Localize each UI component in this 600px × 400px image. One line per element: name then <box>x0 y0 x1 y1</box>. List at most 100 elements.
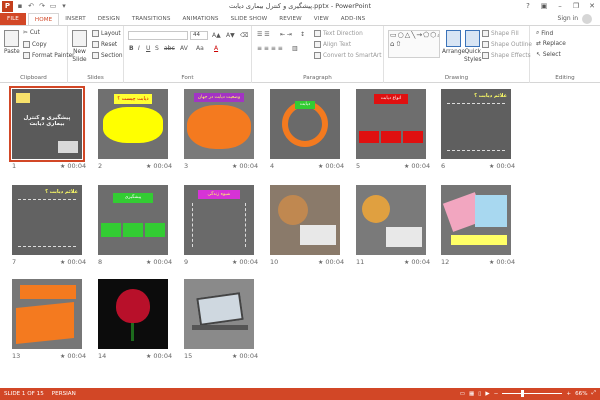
animation-star-icon: ★ <box>232 259 238 266</box>
slide5-box2 <box>381 131 401 143</box>
copy-icon <box>23 41 30 48</box>
grow-font-icon[interactable]: A▲ <box>212 32 221 39</box>
zoom-slider-knob[interactable] <box>521 390 525 397</box>
ribbon-display-icon[interactable]: ▣ <box>536 0 552 12</box>
normal-view-icon[interactable]: ▭ <box>460 391 465 397</box>
minimize-button[interactable]: – <box>552 0 568 12</box>
close-button[interactable]: ✕ <box>584 0 600 12</box>
slide-thumbnail-11[interactable] <box>356 185 426 255</box>
animation-star-icon: ★ <box>489 259 495 266</box>
strikethrough-button[interactable]: abc <box>164 45 175 52</box>
font-color-button[interactable]: A <box>214 45 218 52</box>
slide-sorter-view-icon[interactable]: ▦ <box>469 391 474 397</box>
copy-button[interactable]: Copy <box>23 41 47 48</box>
tab-design[interactable]: DESIGN <box>92 13 126 25</box>
tab-add-ins[interactable]: ADD-INS <box>335 13 372 25</box>
slide-timing: ★ 00:04 <box>232 258 259 266</box>
cut-button[interactable]: ✂ Cut <box>23 30 40 36</box>
quick-styles-button[interactable]: Quick Styles <box>464 30 482 63</box>
shape-effects-button[interactable]: Shape Effects <box>482 52 531 59</box>
tab-file[interactable]: FILE <box>0 13 26 25</box>
layout-button[interactable]: Layout <box>92 30 121 37</box>
columns-icon[interactable]: ▥ <box>292 45 298 52</box>
slideshow-view-icon[interactable]: ▶ <box>485 391 489 397</box>
tab-animations[interactable]: ANIMATIONS <box>176 13 224 25</box>
sign-in-link[interactable]: Sign in <box>558 15 578 22</box>
slide8-box2 <box>123 223 143 237</box>
tab-home[interactable]: HOME <box>27 13 60 25</box>
select-button[interactable]: ↖ Select <box>536 52 561 58</box>
restore-button[interactable]: ❐ <box>568 0 584 12</box>
status-bar: SLIDE 1 OF 15 PERSIAN ▭ ▦ ▯ ▶ − + 66% ⤢ <box>0 388 600 400</box>
avatar[interactable] <box>582 14 592 24</box>
replace-icon: ⇄ <box>536 41 541 47</box>
slide13-box <box>16 301 74 345</box>
slide-thumbnail-1[interactable]: پیشگیری و کنترل بیماری دیابت <box>9 86 85 162</box>
tab-view[interactable]: VIEW <box>308 13 335 25</box>
slide-thumbnail-14[interactable] <box>98 279 168 349</box>
help-button[interactable]: ? <box>520 0 536 12</box>
slide-thumbnail-10[interactable] <box>270 185 340 255</box>
tab-review[interactable]: REVIEW <box>273 13 308 25</box>
shape-fill-button[interactable]: Shape Fill <box>482 30 519 37</box>
underline-button[interactable]: U <box>146 45 150 52</box>
zoom-slider[interactable] <box>502 390 563 397</box>
quick-styles-icon <box>465 30 481 47</box>
bullets-icon[interactable]: ☰ ☰ <box>257 31 270 38</box>
slide-number: 3 <box>184 162 189 170</box>
shape-outline-button[interactable]: Shape Outline <box>482 41 532 48</box>
format-painter-button[interactable]: Format Painter <box>23 52 75 59</box>
tab-transitions[interactable]: TRANSITIONS <box>126 13 177 25</box>
slide-thumbnail-9[interactable]: شیوه زندگی <box>184 185 254 255</box>
slide-thumbnail-13[interactable] <box>12 279 82 349</box>
shapes-gallery[interactable]: ▭○△╲→⬠⬡▱☆◇{}⌂⇧ <box>388 30 440 58</box>
shadow-button[interactable]: S <box>155 45 159 52</box>
slide-thumbnail-7[interactable]: علائم دیابت ؟ <box>12 185 82 255</box>
line-spacing-icon[interactable]: ↕ <box>300 31 305 38</box>
window-title: پیشگیری و کنترل بیماری دیابت.pptx - Powe… <box>228 2 372 10</box>
paste-button[interactable]: Paste <box>4 30 20 55</box>
slide-timing: ★ 00:04 <box>404 162 431 170</box>
font-name-combo[interactable] <box>128 31 188 40</box>
shrink-font-icon[interactable]: A▼ <box>226 32 235 39</box>
indent-icon[interactable]: ⇤ ⇥ <box>280 31 292 38</box>
font-size-combo[interactable]: 44 <box>190 31 208 40</box>
paint-bucket-icon <box>482 30 489 37</box>
replace-button[interactable]: ⇄ Replace <box>536 41 566 47</box>
change-case-button[interactable]: Aa <box>196 45 204 52</box>
slide-thumbnail-12[interactable] <box>441 185 511 255</box>
align-icons[interactable]: ≡ ≡ ≡ ≡ <box>257 45 283 52</box>
section-button[interactable]: Section <box>92 52 123 59</box>
new-slide-button[interactable]: New Slide <box>72 30 87 63</box>
slide-thumbnail-15[interactable] <box>184 279 254 349</box>
zoom-out-button[interactable]: − <box>494 391 499 397</box>
slide-thumbnail-2[interactable]: دیابت چیست ؟ <box>98 89 168 159</box>
convert-smartart-button[interactable]: Convert to SmartArt <box>314 52 382 59</box>
slide-number: 10 <box>270 258 279 266</box>
italic-button[interactable]: I <box>138 45 140 52</box>
slide-thumbnail-6[interactable]: علائم دیابت ؟ <box>441 89 511 159</box>
slide-thumbnail-8[interactable]: پیشگیری <box>98 185 168 255</box>
reset-button[interactable]: Reset <box>92 41 117 48</box>
align-text-button[interactable]: Align Text <box>314 41 351 48</box>
tab-slide-show[interactable]: SLIDE SHOW <box>225 13 274 25</box>
tab-insert[interactable]: INSERT <box>59 13 91 25</box>
char-spacing-button[interactable]: AV <box>180 45 188 52</box>
find-button[interactable]: ⌕ Find <box>536 30 553 37</box>
animation-star-icon: ★ <box>232 353 238 360</box>
text-direction-button[interactable]: Text Direction <box>314 30 363 37</box>
clear-format-icon[interactable]: ⌫ <box>240 32 248 39</box>
slide-thumbnail-4[interactable]: دیابت <box>270 89 340 159</box>
zoom-in-button[interactable]: + <box>566 391 571 397</box>
slide-number: 9 <box>184 258 189 266</box>
bold-button[interactable]: B <box>129 45 134 52</box>
slide-thumbnail-3[interactable]: وضعیت دیابت در جهان <box>184 89 254 159</box>
reading-view-icon[interactable]: ▯ <box>478 391 481 397</box>
slide1-decor <box>16 93 30 103</box>
slide-thumbnail-5[interactable]: انواع دیابت <box>356 89 426 159</box>
language-indicator[interactable]: PERSIAN <box>52 391 76 397</box>
arrange-button[interactable]: Arrange <box>442 30 465 55</box>
fit-to-window-icon[interactable]: ⤢ <box>592 390 596 397</box>
paste-icon <box>4 30 20 47</box>
zoom-level[interactable]: 66% <box>575 391 587 397</box>
